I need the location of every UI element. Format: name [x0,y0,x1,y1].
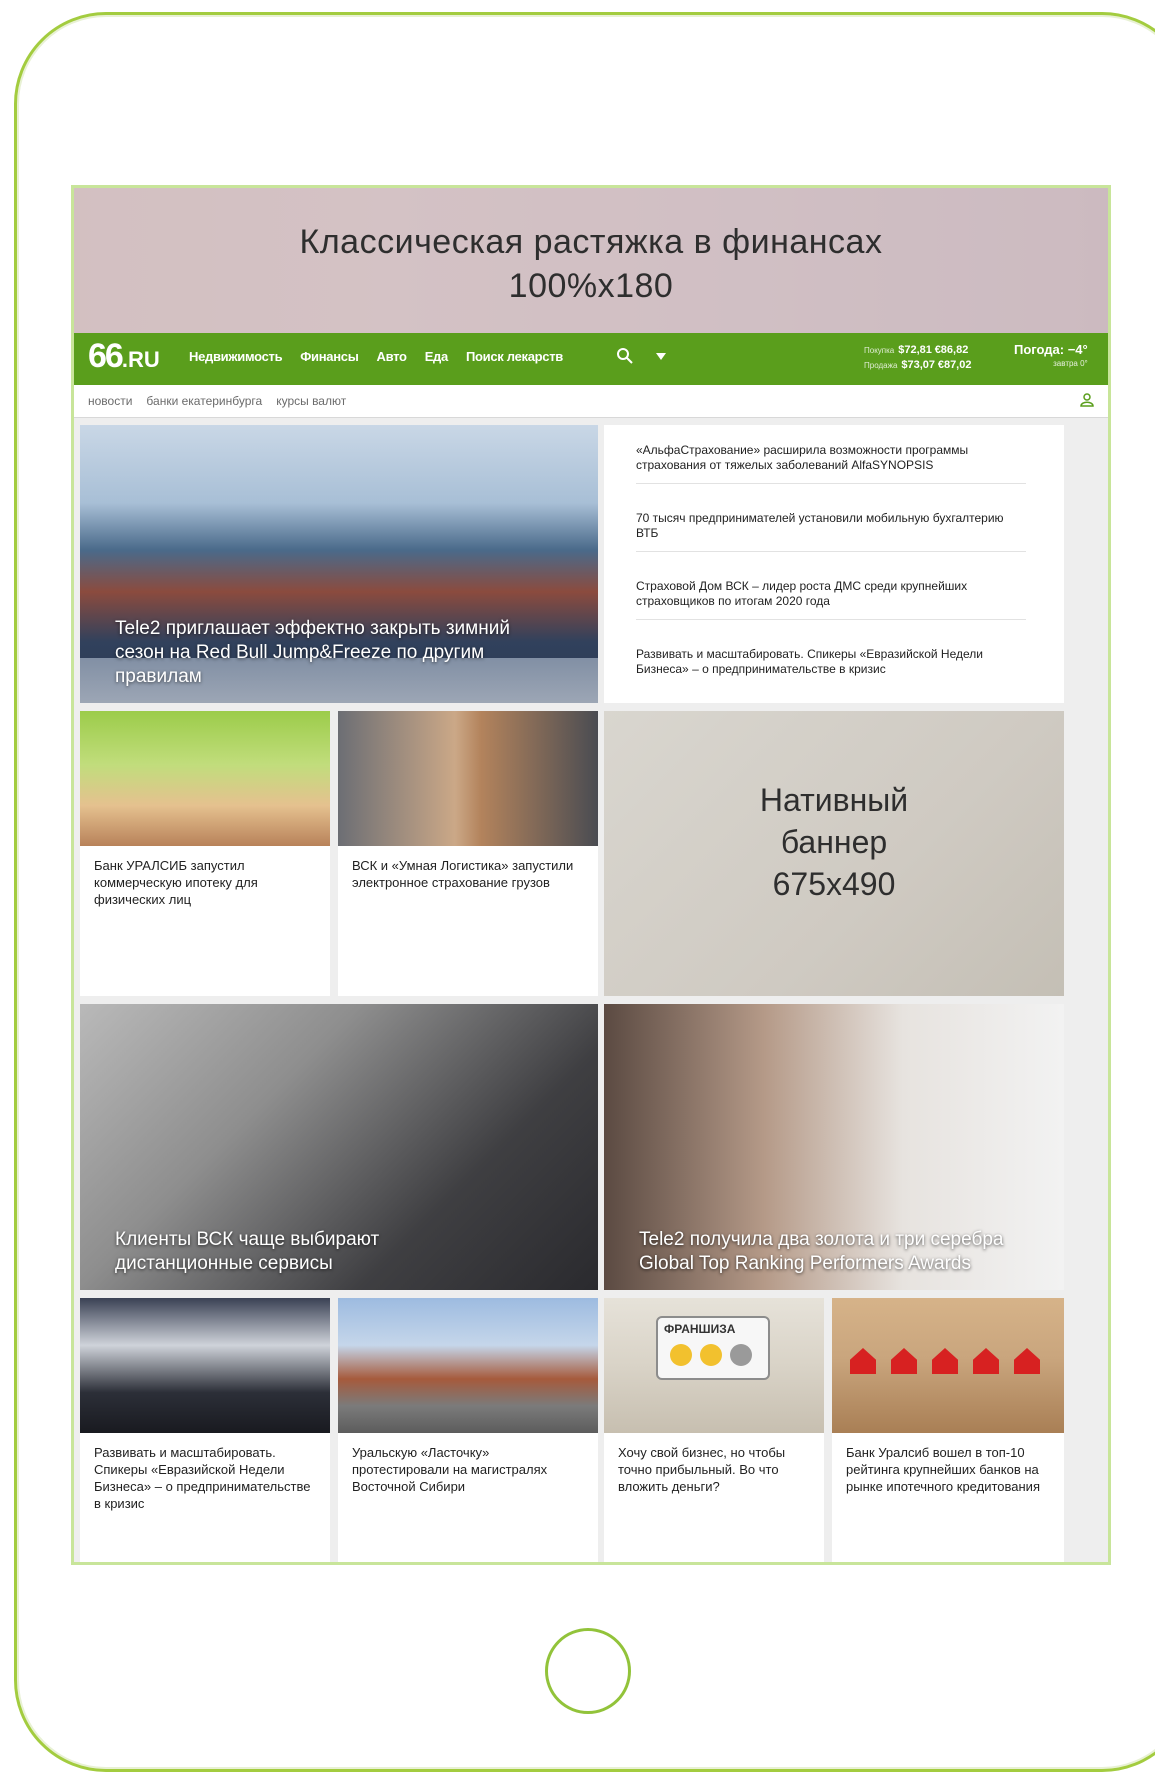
home-button[interactable] [545,1628,631,1714]
house-icon [932,1348,958,1374]
nav-item-food[interactable]: Еда [425,349,449,364]
card-title: Банк УРАЛСИБ запустил коммерческую ипоте… [94,858,258,907]
nav-item-realty[interactable]: Недвижимость [189,349,283,364]
chevron-down-icon[interactable] [656,353,666,361]
card-image [338,711,598,846]
card-title: Хочу свой бизнес, но чтобы точно прибыль… [618,1445,786,1494]
card-image [80,1298,330,1433]
big-tile-title: Tele2 получила два золота и три серебра … [639,1229,1004,1274]
site-header: 66.RU Недвижимость Финансы Авто Еда Поис… [74,333,1108,385]
card-uralsib-top10[interactable]: Банк Уралсиб вошел в топ-10 рейтинга кру… [832,1298,1064,1562]
nav-item-medicine[interactable]: Поиск лекарств [466,349,563,364]
card-uralsib-mortgage[interactable]: Банк УРАЛСИБ запустил коммерческую ипоте… [80,711,330,996]
news-item[interactable]: Страховой Дом ВСК – лидер роста ДМС сред… [636,579,1026,620]
main-nav: Недвижимость Финансы Авто Еда Поиск лека… [189,349,563,364]
tablet-with-franchise: ФРАНШИЗА [656,1316,770,1380]
big-tile-title: Клиенты ВСК чаще выбирают дистанционные … [115,1229,380,1274]
banner-line-1: Классическая растяжка в финансах [299,223,883,261]
currency-rates[interactable]: Покупка $72,81 €86,82 Продажа $73,07 €87,0… [864,343,971,373]
card-franchise[interactable]: ФРАНШИЗА Хочу свой бизнес, но чтобы точн… [604,1298,824,1562]
big-tile-tele2-awards[interactable]: Tele2 получила два золота и три серебра … [604,1004,1064,1290]
card-lastochka[interactable]: Уральскую «Ласточку» протестировали на м… [338,1298,598,1562]
nav-item-finance[interactable]: Финансы [300,349,359,364]
card-title: Развивать и масштабировать. Спикеры «Евр… [94,1445,311,1511]
coin-icon [700,1344,722,1366]
user-icon[interactable] [1080,393,1094,407]
native-banner[interactable]: Нативный баннер 675x490 [604,711,1064,996]
house-icon [891,1348,917,1374]
hero-tile[interactable]: Tele2 приглашает эффектно закрыть зимний… [80,425,598,703]
site-logo[interactable]: 66.RU [88,337,160,376]
coin-icon [730,1344,752,1366]
card-image [80,711,330,846]
news-item[interactable]: «АльфаСтрахование» расширила возможности… [636,443,1026,484]
card-title: Банк Уралсиб вошел в топ-10 рейтинга кру… [846,1445,1040,1494]
sub-nav: новости банки екатеринбурга курсы валют [74,385,1108,418]
nav-item-auto[interactable]: Авто [377,349,407,364]
card-image [832,1298,1064,1433]
card-title: ВСК и «Умная Логистика» запустили электр… [352,858,574,890]
house-icon [850,1348,876,1374]
hero-title: Tele2 приглашает эффектно закрыть зимний… [115,618,510,687]
card-title: Уральскую «Ласточку» протестировали на м… [352,1445,548,1494]
top-banner[interactable]: Классическая растяжка в финансах 100%x18… [74,188,1108,333]
red-houses [850,1348,1040,1380]
subnav-news[interactable]: новости [88,394,132,408]
site-screen: Классическая растяжка в финансах 100%x18… [71,185,1111,1565]
search-icon[interactable] [616,347,634,365]
house-icon [973,1348,999,1374]
card-vsk-logistics[interactable]: ВСК и «Умная Логистика» запустили электр… [338,711,598,996]
banner-text: Классическая растяжка в финансах 100%x18… [74,220,1108,308]
news-item[interactable]: 70 тысяч предпринимателей установили моб… [636,511,1026,552]
card-eurasian-week[interactable]: Развивать и масштабировать. Спикеры «Евр… [80,1298,330,1562]
native-banner-text: Нативный баннер 675x490 [759,782,909,902]
news-list: «АльфаСтрахование» расширила возможности… [604,425,1064,703]
card-image: ФРАНШИЗА [604,1298,824,1433]
coin-icon [670,1344,692,1366]
news-item[interactable]: Развивать и масштабировать. Спикеры «Евр… [636,647,1026,687]
subnav-banks[interactable]: банки екатеринбурга [146,394,262,408]
big-tile-vsk[interactable]: Клиенты ВСК чаще выбирают дистанционные … [80,1004,598,1290]
weather-widget[interactable]: Погода: −4° завтра 0° [1014,343,1088,371]
banner-line-2: 100%x180 [508,267,674,305]
house-icon [1014,1348,1040,1374]
card-image [338,1298,598,1433]
subnav-rates[interactable]: курсы валют [276,394,346,408]
